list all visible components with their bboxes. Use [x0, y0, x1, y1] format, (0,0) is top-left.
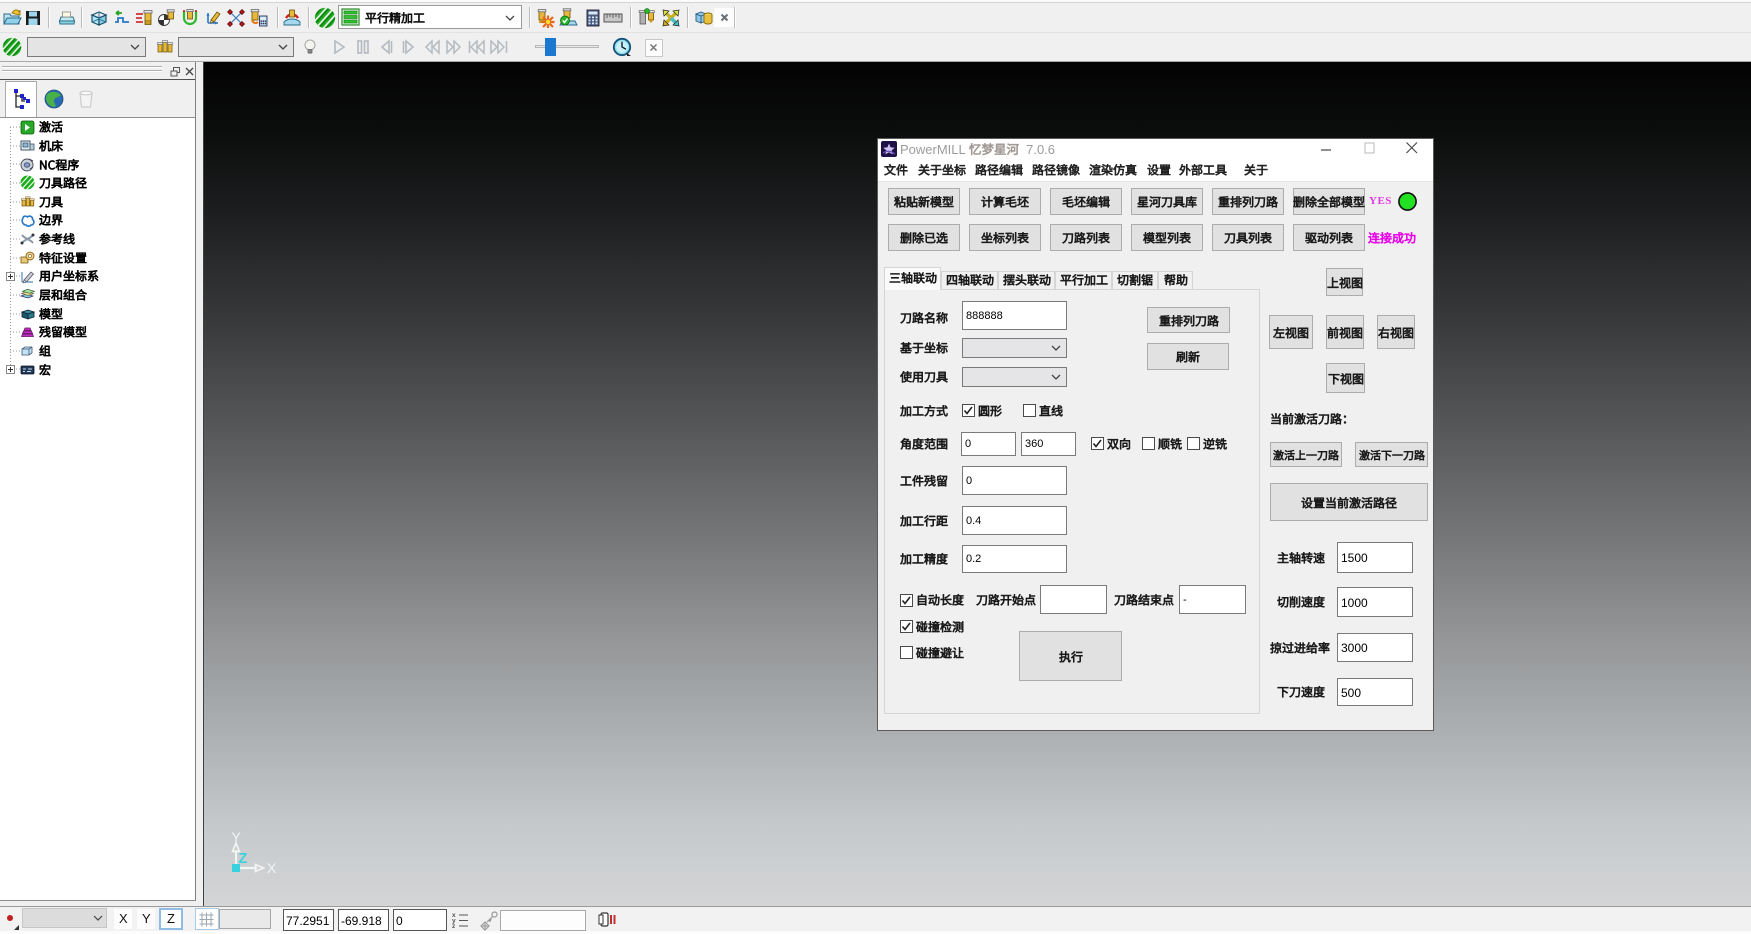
svg-text:Z: Z	[239, 851, 248, 867]
svg-text:Y: Y	[232, 831, 242, 845]
svg-text:X: X	[267, 860, 277, 876]
